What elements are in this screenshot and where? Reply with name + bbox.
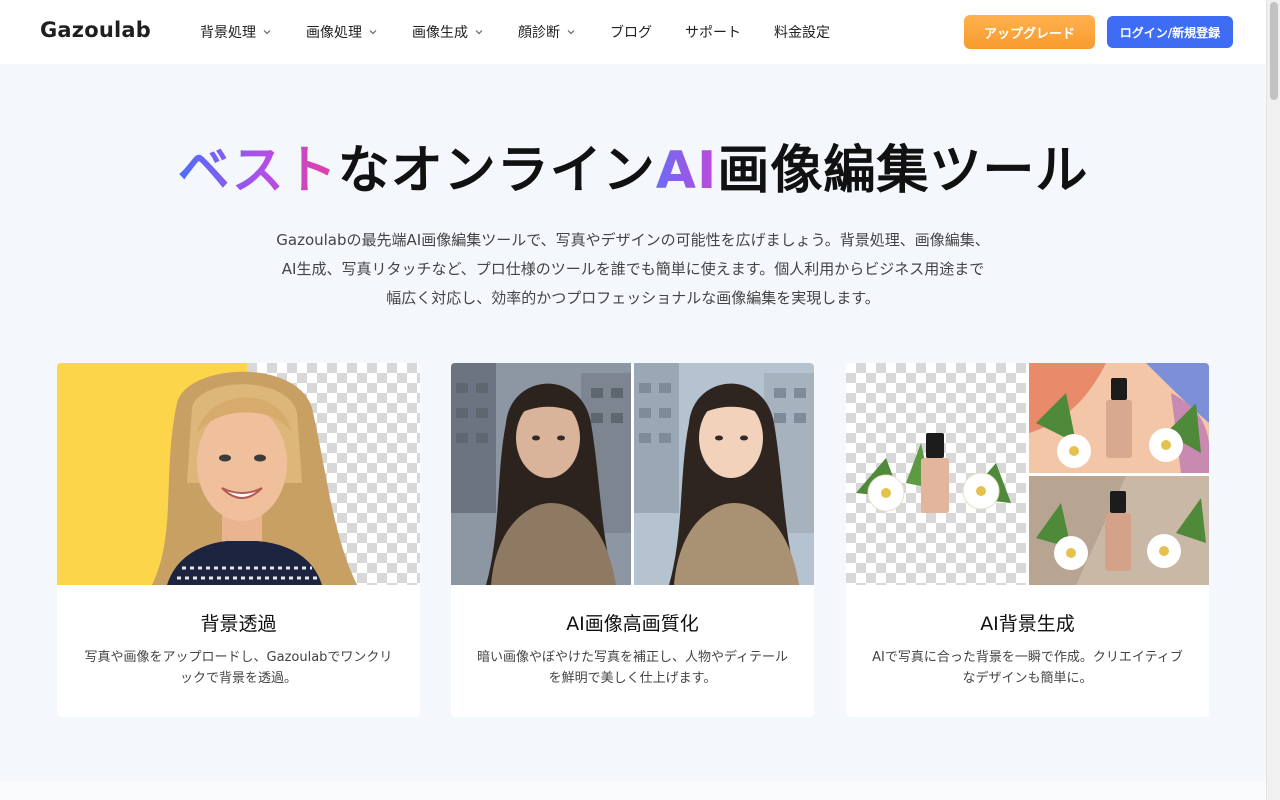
hero-description: Gazoulabの最先端AI画像編集ツールで、写真やデザインの可能性を広げましょ… bbox=[240, 226, 1026, 313]
brand-logo[interactable]: Gazoulab bbox=[40, 18, 151, 42]
login-signup-button[interactable]: ログイン/新規登録 bbox=[1107, 16, 1233, 48]
card-title: 背景透過 bbox=[200, 613, 277, 635]
nav-item-image-processing[interactable]: 画像処理 bbox=[306, 22, 379, 42]
main-nav: 背景処理 画像処理 画像生成 顔診断 ブログ サポート 料金設定 bbox=[200, 0, 863, 64]
next-section-edge bbox=[0, 782, 1266, 800]
hero-title: ベストなオンラインAI画像編集ツール bbox=[0, 128, 1266, 203]
feature-card-ai-background-generation[interactable]: AI背景生成 AIで写真に合った背景を一瞬で作成。クリエイティブなデザインも簡単… bbox=[846, 363, 1209, 717]
page-scrollbar[interactable] bbox=[1266, 0, 1280, 800]
hero-title-online: なオンライン bbox=[337, 141, 656, 201]
scrollbar-thumb[interactable] bbox=[1270, 2, 1278, 100]
feature-card-background-removal[interactable]: 背景透過 写真や画像をアップロードし、Gazoulabでワンクリックで背景を透過… bbox=[57, 363, 420, 717]
nav-item-label: 背景処理 bbox=[200, 25, 256, 41]
card-title: AI画像高画質化 bbox=[566, 613, 699, 635]
card-title: AI背景生成 bbox=[980, 613, 1075, 635]
feature-card-ai-upscale[interactable]: AI画像高画質化 暗い画像やぼやけた写真を補正し、人物やディテールを鮮明で美しく… bbox=[451, 363, 814, 717]
ai-background-generation-preview-image bbox=[846, 363, 1209, 585]
hero-title-gradient-best: ベスト bbox=[177, 141, 338, 201]
nav-item-label: 顔診断 bbox=[518, 25, 560, 41]
hero-description-line: Gazoulabの最先端AI画像編集ツールで、写真やデザインの可能性を広げましょ… bbox=[276, 231, 990, 249]
hero-title-gradient-ai: AI bbox=[655, 141, 718, 201]
nav-item-image-generation[interactable]: 画像生成 bbox=[412, 22, 485, 42]
hero-title-tool: 画像編集ツール bbox=[717, 141, 1089, 201]
nav-item-label: 画像生成 bbox=[412, 25, 468, 41]
hero-description-line: 幅広く対応し、効率的かつプロフェッショナルな画像編集を実現します。 bbox=[386, 289, 880, 307]
card-description: 暗い画像やぼやけた写真を補正し、人物やディテールを鮮明で美しく仕上げます。 bbox=[476, 650, 789, 686]
card-description: AIで写真に合った背景を一瞬で作成。クリエイティブなデザインも簡単に。 bbox=[872, 650, 1183, 686]
hero-description-line: AI生成、写真リタッチなど、プロ仕様のツールを誰でも簡単に使えます。個人利用から… bbox=[281, 260, 985, 278]
chevron-down-icon bbox=[473, 26, 485, 38]
chevron-down-icon bbox=[565, 26, 577, 38]
site-header: Gazoulab 背景処理 画像処理 画像生成 顔診断 ブログ サポート 料金設… bbox=[0, 0, 1266, 64]
nav-item-pricing[interactable]: 料金設定 bbox=[774, 22, 830, 42]
nav-item-label: 料金設定 bbox=[774, 25, 830, 41]
nav-item-background-processing[interactable]: 背景処理 bbox=[200, 22, 273, 42]
nav-item-label: 画像処理 bbox=[306, 25, 362, 41]
nav-item-label: サポート bbox=[685, 25, 741, 41]
card-description: 写真や画像をアップロードし、Gazoulabでワンクリックで背景を透過。 bbox=[84, 650, 393, 686]
nav-item-blog[interactable]: ブログ bbox=[610, 22, 652, 42]
nav-item-support[interactable]: サポート bbox=[685, 22, 741, 42]
ai-upscale-before-after-image bbox=[451, 363, 814, 585]
background-removal-preview-image bbox=[57, 363, 420, 585]
chevron-down-icon bbox=[261, 26, 273, 38]
chevron-down-icon bbox=[367, 26, 379, 38]
nav-item-label: ブログ bbox=[610, 25, 652, 41]
nav-item-face-diagnosis[interactable]: 顔診断 bbox=[518, 22, 577, 42]
upgrade-button[interactable]: アップグレード bbox=[964, 15, 1095, 49]
